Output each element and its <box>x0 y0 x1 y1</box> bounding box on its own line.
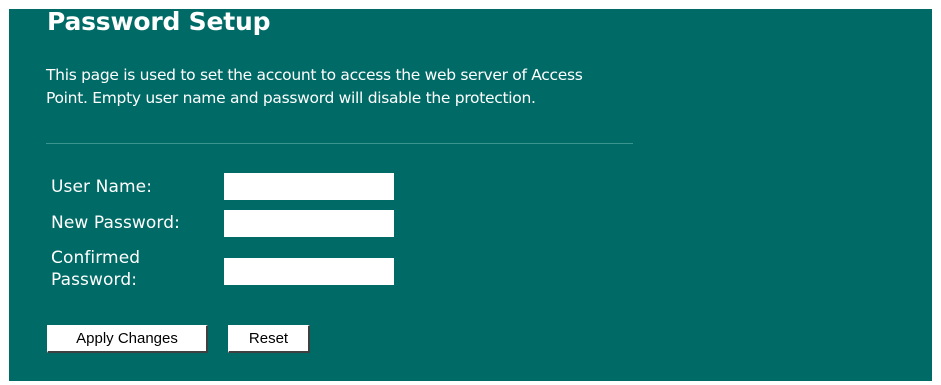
new-password-input[interactable] <box>224 210 394 237</box>
settings-panel: Password Setup This page is used to set … <box>9 9 932 381</box>
section-divider <box>46 143 633 144</box>
page-description: This page is used to set the account to … <box>46 66 583 107</box>
user-name-input[interactable] <box>224 173 394 200</box>
user-name-label: User Name: <box>51 177 153 197</box>
new-password-label: New Password: <box>51 213 180 233</box>
apply-changes-button[interactable]: Apply Changes <box>47 325 208 353</box>
confirmed-password-input[interactable] <box>224 258 394 285</box>
confirmed-password-label: Confirmed Password: <box>51 248 141 290</box>
page-title: Password Setup <box>47 7 271 36</box>
reset-button[interactable]: Reset <box>228 325 310 353</box>
